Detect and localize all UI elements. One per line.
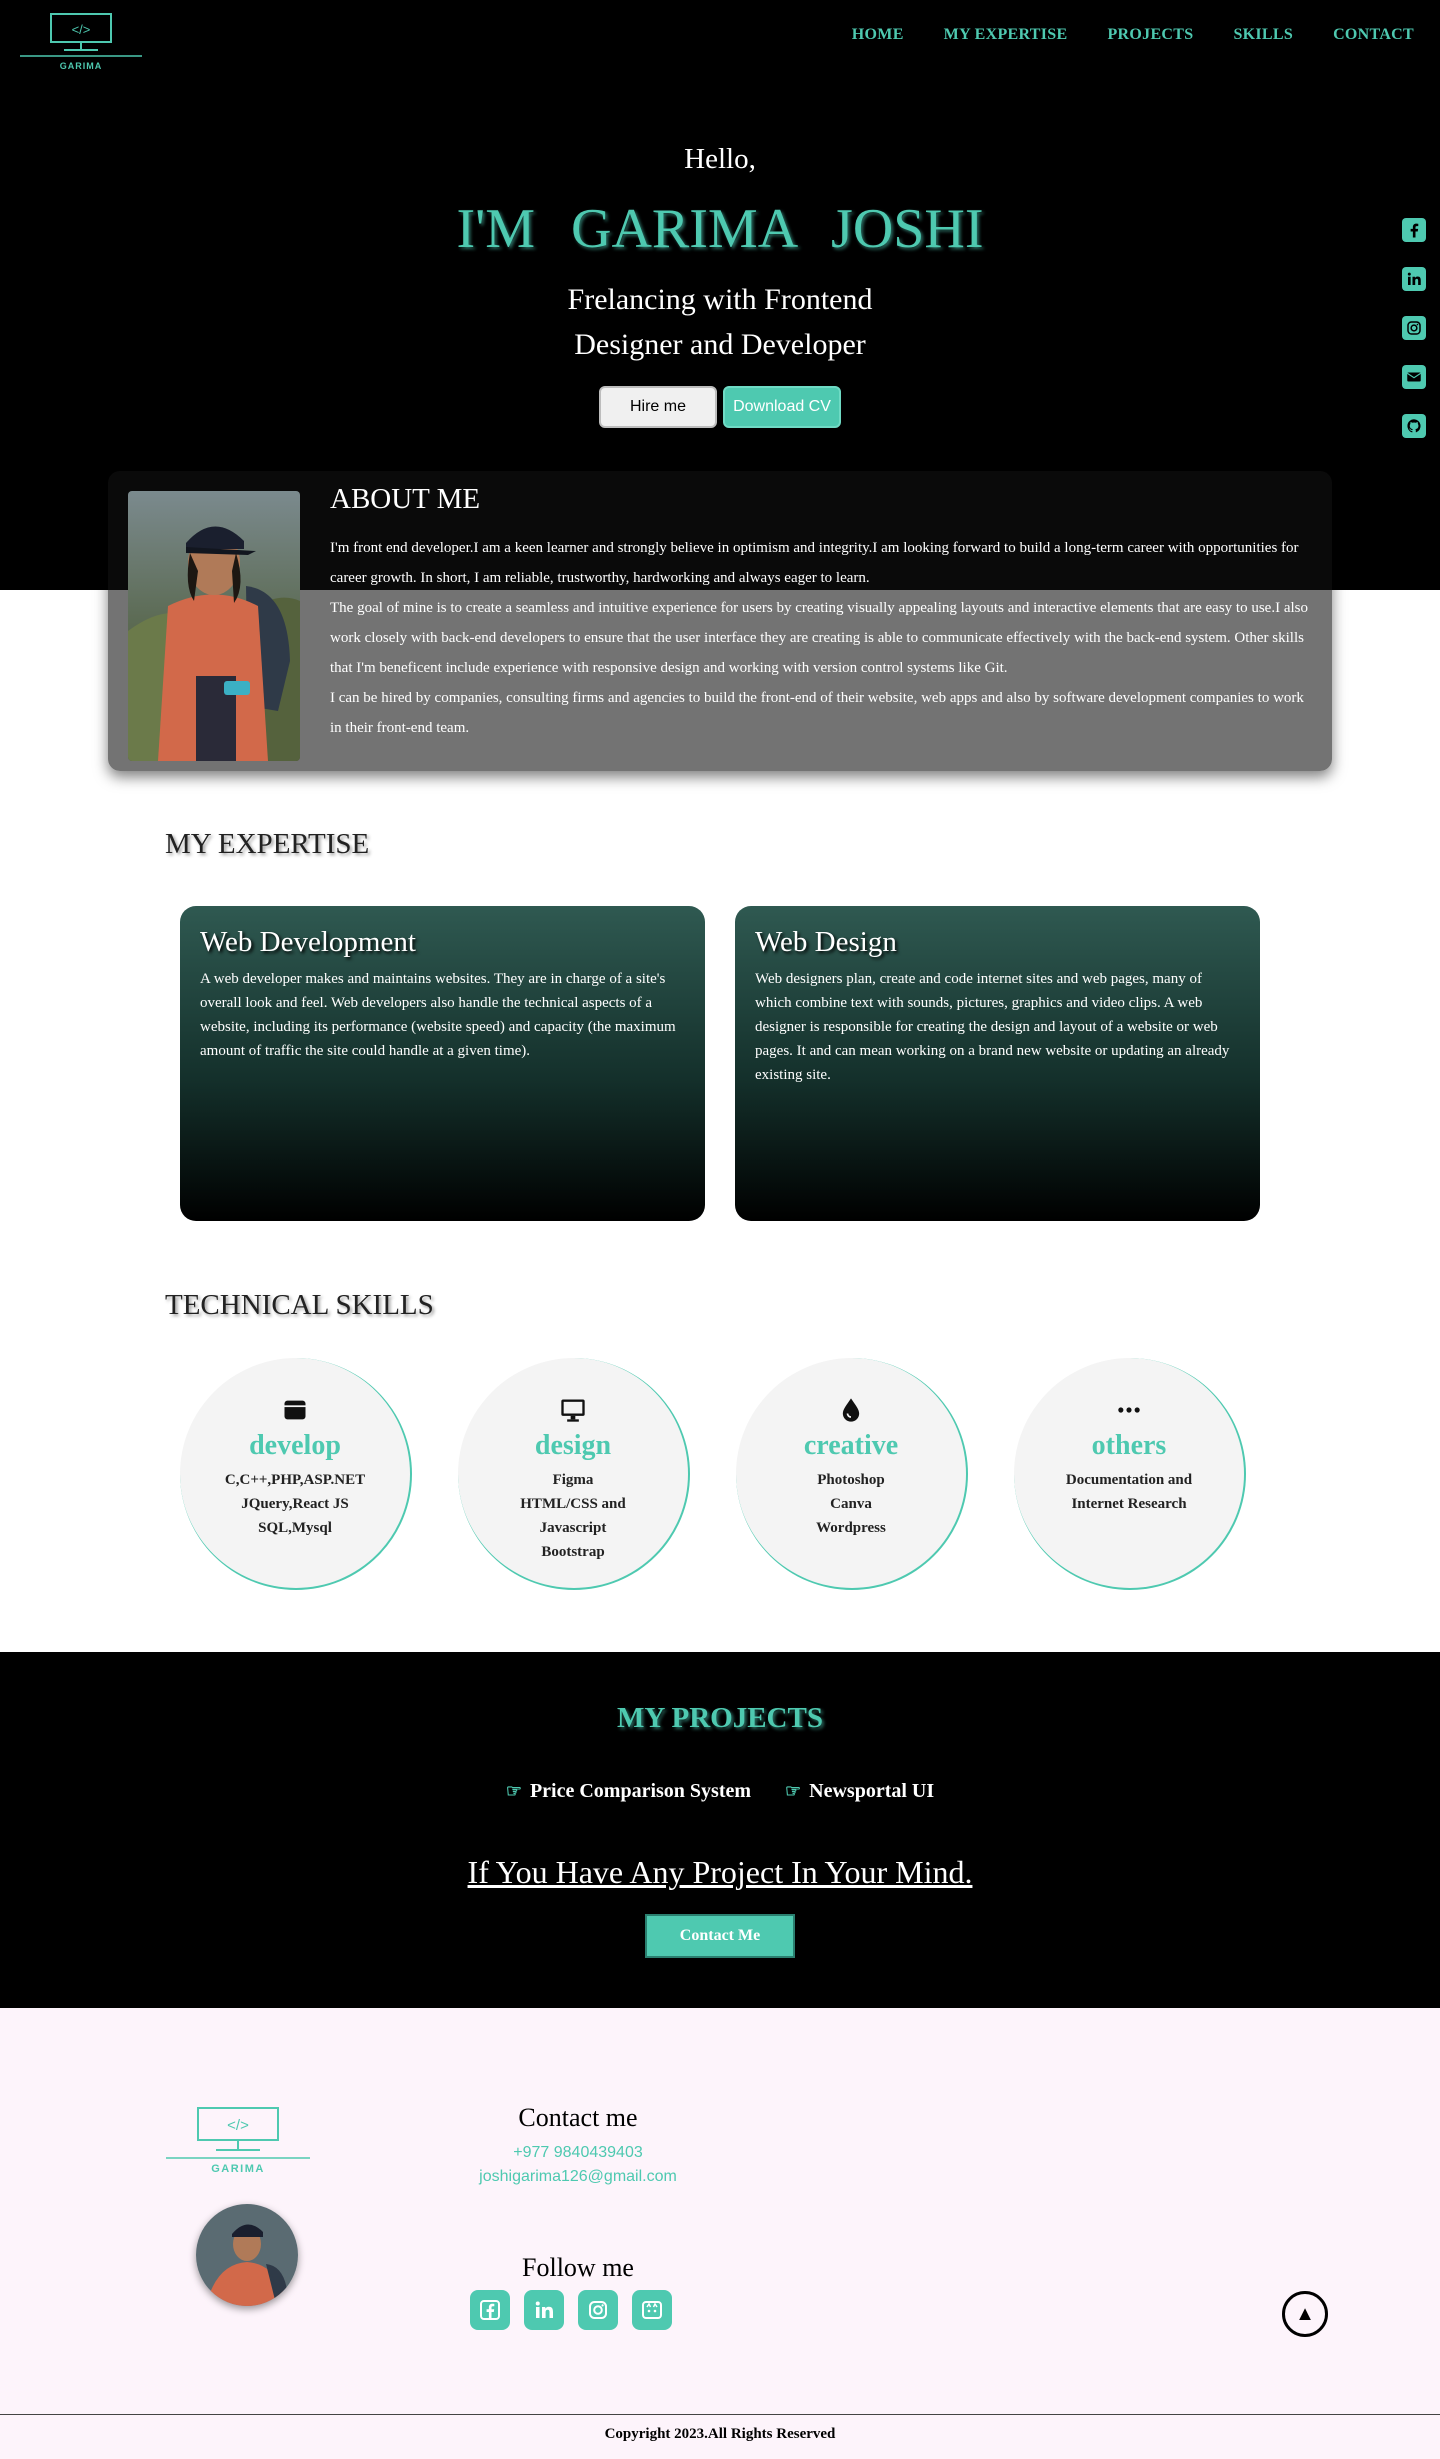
email-icon[interactable] [1402, 365, 1426, 389]
download-cv-button[interactable]: Download CV [723, 386, 841, 428]
expertise-card-title: Web Development [200, 926, 416, 958]
monitor-icon [561, 1399, 585, 1422]
expertise-card-text: A web developer makes and maintains webs… [200, 971, 676, 1059]
skills-title: TECHNICAL SKILLS [165, 1289, 434, 1321]
hero-tagline-2: Designer and Developer [574, 328, 866, 361]
nav-projects[interactable]: PROJECTS [1107, 26, 1193, 44]
hero-name: I'M GARIMA JOSHI [456, 198, 984, 260]
skill-list: C,C++,PHP,ASP.NET JQuery,React JS SQL,My… [224, 1472, 366, 1536]
hero-buttons: Hire me Download CV [0, 386, 1440, 428]
footer-avatar [196, 2204, 298, 2306]
nav-home[interactable]: HOME [852, 26, 904, 44]
about-paragraph-3: I can be hired by companies, consulting … [330, 690, 1304, 736]
copyright-text: Copyright 2023.All Rights Reserved [604, 2426, 836, 2442]
instagram-icon[interactable] [1402, 316, 1426, 340]
skill-title: creative [803, 1430, 899, 1461]
hero-greeting: Hello, [684, 143, 756, 175]
github-icon[interactable] [632, 2290, 672, 2330]
hero-tagline-1: Frelancing with Frontend [567, 283, 873, 316]
project-item-newsportal[interactable]: ☞ Newsportal UI [785, 1780, 934, 1803]
pointing-hand-icon: ☞ [505, 1781, 522, 1801]
about-paragraph-2: The goal of mine is to create a seamless… [330, 600, 1308, 676]
contact-me-button[interactable]: Contact Me [645, 1914, 795, 1958]
about-title: ABOUT ME [330, 483, 481, 515]
skill-list: Documentation and Internet Research [1065, 1472, 1193, 1512]
skill-title: design [534, 1430, 612, 1461]
hire-me-button[interactable]: Hire me [599, 386, 717, 428]
nav-skills[interactable]: SKILLS [1233, 26, 1293, 44]
facebook-icon[interactable] [1402, 218, 1426, 242]
projects-section: MY PROJECTS ☞ Price Comparison System ☞ … [0, 1652, 1440, 2008]
footer-follow-title: Follow me [522, 2253, 634, 2282]
nav-contact[interactable]: CONTACT [1333, 26, 1414, 44]
site-logo[interactable]: </> GARIMA [20, 12, 142, 72]
pointing-hand-icon: ☞ [785, 1781, 802, 1801]
skill-card-others: others Documentation and Internet Resear… [1014, 1358, 1246, 1590]
droplet-icon [842, 1398, 860, 1422]
logo-code-text: </> [227, 2117, 249, 2134]
projects-title: MY PROJECTS [617, 1702, 823, 1734]
project-list: ☞ Price Comparison System ☞ Newsportal U… [0, 1780, 1440, 1803]
expertise-title: MY EXPERTISE [165, 828, 370, 860]
footer-divider [0, 2414, 1440, 2415]
linkedin-icon[interactable] [1402, 267, 1426, 291]
ellipsis-icon [1118, 1407, 1140, 1413]
skill-card-develop: develop C,C++,PHP,ASP.NET JQuery,React J… [180, 1358, 412, 1590]
logo-text: GARIMA [211, 2163, 265, 2175]
project-label: Newsportal UI [809, 1780, 935, 1802]
footer-social-icons [470, 2290, 672, 2330]
project-cta: If You Have Any Project In Your Mind. [467, 1854, 973, 1890]
side-social-bar [1402, 218, 1426, 438]
expertise-card-title: Web Design [755, 926, 897, 958]
main-nav: HOME MY EXPERTISE PROJECTS SKILLS CONTAC… [852, 26, 1414, 44]
expertise-card-text: Web designers plan, create and code inte… [755, 971, 1230, 1083]
arrow-up-icon: ▲ [1295, 2302, 1315, 2325]
skill-title: develop [249, 1430, 341, 1461]
skill-card-design: design Figma HTML/CSS and Javascript Boo… [458, 1358, 690, 1590]
github-icon[interactable] [1402, 414, 1426, 438]
nav-my-expertise[interactable]: MY EXPERTISE [944, 26, 1068, 44]
logo-code-text: </> [72, 22, 91, 37]
logo-text: GARIMA [60, 61, 103, 71]
about-paragraph-1: I'm front end developer.I am a keen lear… [330, 540, 1299, 586]
about-text: I'm front end developer.I am a keen lear… [330, 533, 1310, 743]
skill-list: Figma HTML/CSS and Javascript Bootstrap [520, 1472, 626, 1560]
footer: </> GARIMA Contact me +977 9840439403 jo… [0, 2008, 1440, 2459]
skill-list: Photoshop Canva Wordpress [816, 1472, 886, 1536]
footer-email[interactable]: joshigarima126@gmail.com [478, 2168, 678, 2186]
footer-logo[interactable]: </> GARIMA [166, 2106, 310, 2178]
project-item-price-comparison[interactable]: ☞ Price Comparison System [506, 1780, 751, 1803]
instagram-icon[interactable] [578, 2290, 618, 2330]
browser-window-icon [284, 1400, 306, 1420]
skill-title: others [1091, 1430, 1167, 1461]
footer-phone[interactable]: +977 9840439403 [478, 2144, 678, 2162]
project-label: Price Comparison System [529, 1780, 752, 1802]
about-card: ABOUT ME I'm front end developer.I am a … [108, 471, 1332, 771]
scroll-to-top-button[interactable]: ▲ [1282, 2291, 1328, 2337]
profile-photo [128, 491, 300, 761]
expertise-card-web-development: Web Development A web developer makes an… [180, 906, 705, 1221]
footer-contact-title: Contact me [518, 2103, 638, 2132]
expertise-card-web-design: Web Design Web designers plan, create an… [735, 906, 1260, 1221]
skill-card-creative: creative Photoshop Canva Wordpress [736, 1358, 968, 1590]
facebook-icon[interactable] [470, 2290, 510, 2330]
linkedin-icon[interactable] [524, 2290, 564, 2330]
